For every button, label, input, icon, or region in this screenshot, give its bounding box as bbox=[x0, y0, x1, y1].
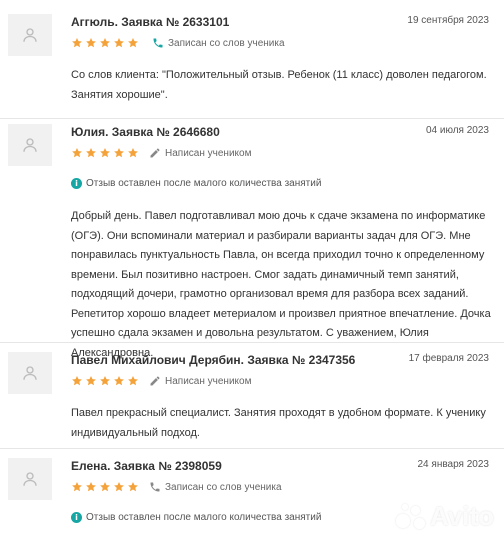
star-icon bbox=[99, 37, 111, 49]
star-icon bbox=[71, 375, 83, 387]
star-icon bbox=[113, 37, 125, 49]
avatar bbox=[8, 14, 52, 56]
star-icon bbox=[71, 37, 83, 49]
star-icon bbox=[127, 375, 139, 387]
divider bbox=[0, 342, 504, 343]
star-icon bbox=[71, 147, 83, 159]
star-icon bbox=[85, 147, 97, 159]
rating-stars bbox=[71, 481, 139, 493]
review-source-label: Записан со слов ученика bbox=[168, 37, 285, 49]
review-source: Написан учеником bbox=[149, 375, 251, 387]
rating-stars bbox=[71, 37, 139, 49]
user-icon bbox=[23, 138, 37, 152]
star-icon bbox=[99, 375, 111, 387]
few-lessons-note: i Отзыв оставлен после малого количества… bbox=[71, 512, 321, 523]
star-icon bbox=[127, 37, 139, 49]
star-icon bbox=[113, 375, 125, 387]
note-label: Отзыв оставлен после малого количества з… bbox=[86, 178, 322, 189]
avatar bbox=[8, 124, 52, 166]
review-source-label: Записан со слов ученика bbox=[165, 481, 282, 493]
phone-icon bbox=[150, 482, 160, 492]
rating-stars bbox=[71, 147, 139, 159]
review-author: Елена. Заявка № 2398059 bbox=[71, 459, 222, 473]
star-icon bbox=[113, 481, 125, 493]
review-text: Добрый день. Павел подготавливал мою доч… bbox=[71, 210, 491, 359]
info-icon: i bbox=[71, 178, 82, 189]
review-text: Павел прекрасный специалист. Занятия про… bbox=[71, 407, 486, 439]
review-author: Павел Михайлович Дерябин. Заявка № 23473… bbox=[71, 353, 356, 367]
review-source-label: Написан учеником bbox=[165, 147, 252, 159]
star-icon bbox=[99, 147, 111, 159]
star-icon bbox=[85, 375, 97, 387]
review-author: Аггюль. Заявка № 2633101 bbox=[71, 15, 230, 29]
star-icon bbox=[127, 147, 139, 159]
star-icon bbox=[113, 147, 125, 159]
info-icon: i bbox=[71, 512, 82, 523]
star-icon bbox=[85, 481, 97, 493]
watermark-text: Avito bbox=[429, 501, 494, 531]
divider bbox=[0, 118, 504, 119]
review-source-label: Написан учеником bbox=[165, 375, 252, 387]
review-text: Со слов клиента: "Положительный отзыв. Р… bbox=[71, 69, 487, 101]
review-source: Написан учеником bbox=[149, 147, 251, 159]
avatar bbox=[8, 352, 52, 394]
review-author: Юлия. Заявка № 2646680 bbox=[71, 125, 220, 139]
user-icon bbox=[23, 472, 37, 486]
avito-logo-icon bbox=[395, 503, 426, 530]
note-label: Отзыв оставлен после малого количества з… bbox=[86, 512, 322, 523]
rating-stars bbox=[71, 375, 139, 387]
review-source: Записан со слов ученика bbox=[149, 481, 282, 493]
star-icon bbox=[127, 481, 139, 493]
star-icon bbox=[71, 481, 83, 493]
user-icon bbox=[23, 366, 37, 380]
pencil-icon bbox=[150, 376, 160, 386]
review-date: 04 июля 2023 bbox=[425, 125, 489, 136]
avito-watermark: Avito bbox=[395, 501, 494, 532]
star-icon bbox=[99, 481, 111, 493]
review-source: Записан со слов ученика bbox=[152, 37, 285, 49]
divider bbox=[0, 448, 504, 449]
review-date: 19 сентября 2023 bbox=[407, 15, 489, 26]
phone-icon bbox=[153, 38, 163, 48]
user-icon bbox=[23, 28, 37, 42]
star-icon bbox=[85, 37, 97, 49]
few-lessons-note: i Отзыв оставлен после малого количества… bbox=[71, 178, 321, 189]
avatar bbox=[8, 458, 52, 500]
pencil-icon bbox=[150, 148, 160, 158]
review-date: 24 января 2023 bbox=[417, 459, 490, 470]
review-date: 17 февраля 2023 bbox=[408, 353, 489, 364]
